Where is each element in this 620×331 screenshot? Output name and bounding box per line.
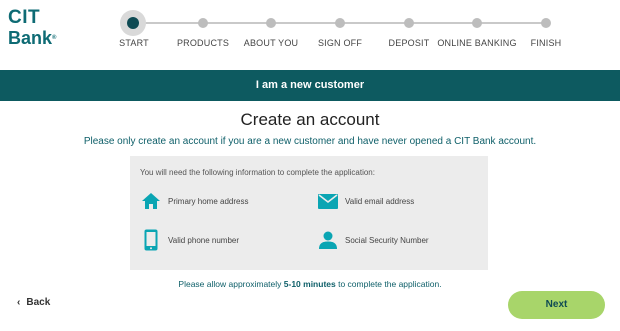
requirement-label: Valid phone number (168, 235, 240, 245)
progress-stepper: START PRODUCTS ABOUT YOU SIGN OFF DEPOSI… (0, 0, 620, 60)
requirements-intro: You will need the following information … (140, 168, 375, 177)
requirement-home-address: Primary home address (140, 190, 248, 212)
step-dot-start (127, 17, 139, 29)
step-label-sign-off: SIGN OFF (317, 38, 363, 48)
step-dot-about-you (266, 18, 276, 28)
requirements-panel: You will need the following information … (130, 156, 488, 270)
home-icon (140, 190, 162, 212)
step-dot-finish (541, 18, 551, 28)
step-label-online-banking: ONLINE BANKING (437, 38, 517, 48)
banner-text: I am a new customer (255, 79, 365, 91)
requirement-label: Valid email address (345, 196, 415, 206)
next-button[interactable]: Next (508, 291, 605, 319)
step-dot-online-banking (472, 18, 482, 28)
step-label-deposit: DEPOSIT (388, 38, 430, 48)
requirement-email: Valid email address (317, 190, 414, 212)
note-suffix: to complete the application. (335, 279, 442, 289)
step-label-about-you: ABOUT YOU (243, 38, 299, 48)
step-label-start: START (119, 38, 149, 48)
customer-type-banner: I am a new customer (0, 70, 620, 101)
back-label: Back (26, 297, 51, 308)
phone-icon (140, 229, 162, 251)
step-dot-deposit (404, 18, 414, 28)
step-label-products: PRODUCTS (176, 38, 230, 48)
page-subtitle: Please only create an account if you are… (83, 136, 537, 147)
step-label-finish: FINISH (530, 38, 562, 48)
back-button[interactable]: ‹ Back (17, 297, 50, 308)
requirement-ssn: Social Security Number (317, 229, 429, 251)
step-dot-sign-off (335, 18, 345, 28)
page-title: Create an account (240, 110, 380, 129)
person-icon (317, 229, 339, 251)
email-icon (317, 190, 339, 212)
step-dot-products (198, 18, 208, 28)
requirement-label: Primary home address (168, 196, 249, 206)
requirement-label: Social Security Number (345, 235, 429, 245)
time-estimate-note: Please allow approximately 5-10 minutes … (0, 279, 620, 289)
note-duration: 5-10 minutes (283, 279, 336, 289)
note-prefix: Please allow approximately (178, 279, 284, 289)
chevron-left-icon: ‹ (17, 297, 21, 308)
requirement-phone: Valid phone number (140, 229, 239, 251)
